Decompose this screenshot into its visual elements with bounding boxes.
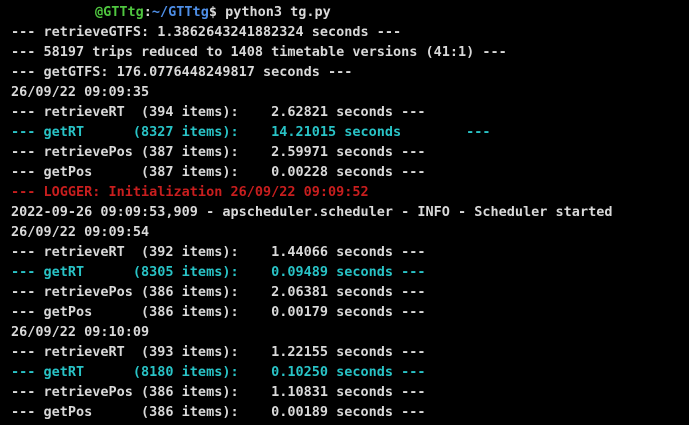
- terminal-window[interactable]: @GTTtg:~/GTTtg$ python3 tg.py --- retrie…: [0, 0, 689, 425]
- terminal-output: --- retrieveGTFS: 1.3862643241882324 sec…: [0, 22, 689, 422]
- output-line: --- retrievePos (387 items): 2.59971 sec…: [11, 144, 426, 160]
- prompt-symbol: $: [208, 4, 217, 20]
- output-line: --- getRT (8180 items): 0.10250 seconds …: [11, 364, 426, 380]
- output-line: --- retrieveRT (393 items): 1.22155 seco…: [11, 344, 426, 360]
- output-line: --- getPos (386 items): 0.00179 seconds …: [11, 304, 426, 320]
- output-line: --- 58197 trips reduced to 1408 timetabl…: [11, 44, 507, 60]
- output-line: 2022-09-26 09:09:53,909 - apscheduler.sc…: [11, 204, 613, 220]
- output-line: 26/09/22 09:10:09: [11, 324, 150, 340]
- output-line: --- getPos (387 items): 0.00228 seconds …: [11, 164, 426, 180]
- prompt-user-host: @GTTtg: [95, 4, 144, 20]
- prompt-command: python3 tg.py: [216, 4, 331, 20]
- output-line: --- retrieveRT (392 items): 1.44066 seco…: [11, 244, 426, 260]
- prompt-path: ~/GTTtg: [151, 4, 209, 20]
- output-line: --- getPos (386 items): 0.00189 seconds …: [11, 404, 426, 420]
- prompt-separator: :: [143, 4, 152, 20]
- output-line: --- retrieveGTFS: 1.3862643241882324 sec…: [11, 24, 402, 40]
- output-line: --- LOGGER: Initialization 26/09/22 09:0…: [11, 184, 369, 200]
- output-line: --- getRT (8305 items): 0.09489 seconds …: [11, 264, 426, 280]
- output-line: --- retrieveRT (394 items): 2.62821 seco…: [11, 104, 426, 120]
- output-line: --- retrievePos (386 items): 1.10831 sec…: [11, 384, 426, 400]
- output-line: --- getGTFS: 176.0776448249817 seconds -…: [11, 64, 353, 80]
- output-line: --- retrievePos (386 items): 2.06381 sec…: [11, 284, 426, 300]
- output-line: 26/09/22 09:09:54: [11, 224, 150, 240]
- shell-prompt: @GTTtg:~/GTTtg$ python3 tg.py: [0, 2, 689, 22]
- output-line: --- getRT (8327 items): 14.21015 seconds…: [11, 124, 491, 140]
- output-line: 26/09/22 09:09:35: [11, 84, 150, 100]
